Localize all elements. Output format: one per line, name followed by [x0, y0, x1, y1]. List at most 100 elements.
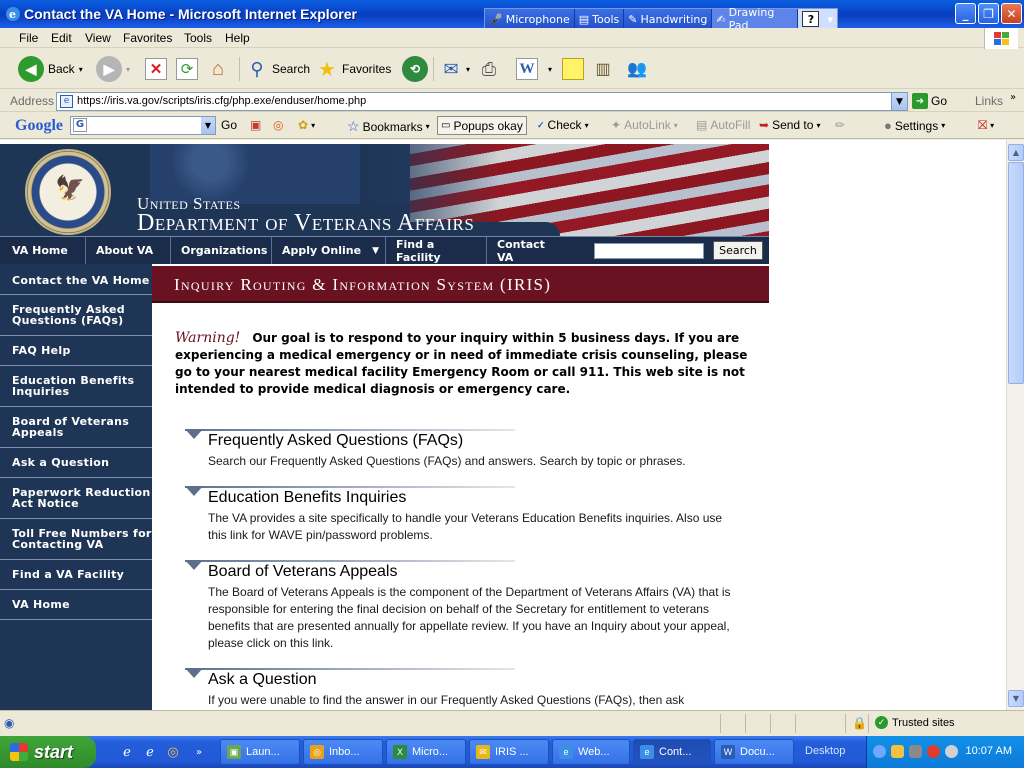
- sidebar-toll-free-numbers[interactable]: Toll Free Numbers for Contacting VA: [0, 519, 152, 560]
- google-search-dropdown-icon[interactable]: ▼: [201, 117, 215, 134]
- print-button[interactable]: ⎙: [478, 55, 500, 83]
- nav-contact-va[interactable]: Contact VA: [487, 237, 575, 264]
- entry-ask-question-link[interactable]: Ask a Question: [208, 671, 317, 689]
- edit-button[interactable]: W ▾: [516, 55, 552, 83]
- help-button[interactable]: ?: [802, 11, 820, 27]
- minimize-button[interactable]: _: [955, 3, 976, 24]
- google-options-button[interactable]: ✿ ▾: [298, 118, 315, 132]
- search-button[interactable]: ⚲ Search: [246, 55, 310, 83]
- nav-organizations[interactable]: Organizations: [171, 237, 272, 264]
- sidebar-find-va-facility[interactable]: Find a VA Facility: [0, 560, 152, 590]
- scroll-up-arrow-icon[interactable]: ▲: [1008, 144, 1024, 161]
- sidebar-paperwork-notice[interactable]: Paperwork Reduction Act Notice: [0, 478, 152, 519]
- mail-dropdown-icon[interactable]: ▾: [466, 65, 470, 74]
- menu-edit[interactable]: Edit: [51, 31, 72, 45]
- quicklaunch-chevron-icon[interactable]: »: [190, 743, 208, 761]
- forward-dropdown-icon[interactable]: ▾: [126, 65, 130, 74]
- drawing-pad-button[interactable]: ✍ Drawing Pad: [712, 6, 799, 32]
- links-button[interactable]: Links: [975, 94, 1003, 108]
- back-dropdown-icon[interactable]: ▾: [79, 65, 83, 74]
- popups-okay-button[interactable]: ▭ Popups okay: [437, 116, 527, 135]
- spell-check-button[interactable]: ✓ Check ▾: [537, 118, 589, 132]
- sidebar-va-home[interactable]: VA Home: [0, 590, 152, 620]
- favorites-button[interactable]: ★ Favorites: [316, 55, 391, 83]
- menu-view[interactable]: View: [85, 31, 111, 45]
- highlight-button[interactable]: ✏: [835, 118, 845, 132]
- handwriting-button[interactable]: ✎ Handwriting: [624, 9, 713, 29]
- quicklaunch-ie2-icon[interactable]: ℯ: [141, 743, 159, 761]
- nav-find-facility[interactable]: Find a Facility: [386, 237, 487, 264]
- desktop-toolbar[interactable]: Desktop: [805, 745, 845, 757]
- mail-button[interactable]: ✉ ▾: [440, 55, 470, 83]
- note-button[interactable]: [562, 55, 584, 83]
- close-button[interactable]: ✕: [1001, 3, 1022, 24]
- tools-button[interactable]: ▤ Tools: [574, 9, 625, 29]
- task-launch[interactable]: ▣ Laun...: [220, 739, 300, 765]
- history-button[interactable]: ⟲: [402, 55, 428, 83]
- autofill-button[interactable]: ▤ AutoFill: [696, 118, 750, 132]
- maximize-button[interactable]: ❐: [978, 3, 999, 24]
- address-dropdown-icon[interactable]: ▼: [891, 93, 907, 110]
- entry-education-link[interactable]: Education Benefits Inquiries: [208, 489, 406, 507]
- nav-va-home[interactable]: VA Home: [0, 237, 86, 264]
- google-logo[interactable]: Google: [15, 117, 63, 135]
- clock[interactable]: 10:07 AM: [966, 745, 1012, 757]
- task-contact-va[interactable]: e Cont...: [633, 739, 711, 765]
- sidebar-board-of-appeals[interactable]: Board of Veterans Appeals: [0, 407, 152, 448]
- google-go-button[interactable]: Go: [221, 118, 237, 132]
- scrollbar-thumb[interactable]: [1008, 162, 1024, 384]
- sidebar-contact-va-home[interactable]: Contact the VA Home: [0, 266, 152, 295]
- messenger-button[interactable]: 👥: [626, 55, 648, 83]
- address-input[interactable]: e https://iris.va.gov/scripts/iris.cfg/p…: [56, 92, 908, 111]
- sidebar-ask-question[interactable]: Ask a Question: [0, 448, 152, 478]
- tray-back-icon[interactable]: [873, 745, 886, 758]
- settings-button[interactable]: ● Settings ▾: [884, 118, 945, 133]
- tray-alert-icon[interactable]: [927, 745, 940, 758]
- entry-faqs-link[interactable]: Frequently Asked Questions (FAQs): [208, 432, 463, 450]
- nav-about-va[interactable]: About VA: [86, 237, 171, 264]
- tray-wireless-icon[interactable]: [945, 745, 958, 758]
- task-inbox[interactable]: ◎ Inbo...: [303, 739, 383, 765]
- bookmarks-button[interactable]: ☆ Bookmarks ▾: [347, 118, 430, 135]
- stop-button[interactable]: ✕: [145, 55, 167, 83]
- tray-outlook-icon[interactable]: [891, 745, 904, 758]
- menu-tools[interactable]: Tools: [184, 31, 212, 45]
- quicklaunch-ie-icon[interactable]: ℯ: [118, 743, 136, 761]
- go-button[interactable]: ➜ Go: [912, 93, 947, 109]
- quicklaunch-outlook-icon[interactable]: ◎: [164, 743, 182, 761]
- task-document[interactable]: W Docu...: [714, 739, 794, 765]
- menu-help[interactable]: Help: [225, 31, 250, 45]
- nav-apply-online[interactable]: Apply Online ▼: [272, 237, 386, 264]
- links-chevron-icon[interactable]: »: [1010, 92, 1016, 103]
- research-button[interactable]: ▥: [592, 55, 614, 83]
- tray-monitor-icon[interactable]: [909, 745, 922, 758]
- sidebar-education-benefits[interactable]: Education Benefits Inquiries: [0, 366, 152, 407]
- scroll-down-arrow-icon[interactable]: ▼: [1008, 690, 1024, 707]
- sidebar-faqs[interactable]: Frequently Asked Questions (FAQs): [0, 295, 152, 336]
- refresh-button[interactable]: ⟳: [176, 55, 198, 83]
- task-web[interactable]: e Web...: [552, 739, 630, 765]
- task-excel[interactable]: X Micro...: [386, 739, 466, 765]
- home-button[interactable]: ⌂: [207, 55, 229, 83]
- start-button[interactable]: start: [0, 736, 96, 768]
- sidebar-faq-help[interactable]: FAQ Help: [0, 336, 152, 366]
- task-iris[interactable]: ✉ IRIS ...: [469, 739, 549, 765]
- language-bar-options-icon[interactable]: ▾: [823, 9, 837, 29]
- google-extra-button[interactable]: ⛝ ▾: [978, 118, 994, 133]
- vertical-scrollbar[interactable]: ▲ ▼: [1006, 140, 1024, 710]
- menu-file[interactable]: File: [19, 31, 38, 45]
- entry-board-appeals-link[interactable]: Board of Veterans Appeals: [208, 563, 397, 581]
- google-pagerank-button[interactable]: ◎: [273, 118, 283, 132]
- autolink-button[interactable]: ✦ AutoLink ▾: [611, 118, 678, 132]
- google-search-input[interactable]: G ▼: [70, 116, 216, 135]
- forward-button[interactable]: ▶ ▾: [96, 55, 130, 83]
- va-search-input[interactable]: [594, 243, 704, 259]
- edit-dropdown-icon[interactable]: ▾: [548, 65, 552, 74]
- padlock-icon[interactable]: 🔒: [852, 716, 867, 730]
- back-button[interactable]: ◀ Back ▾: [18, 55, 83, 83]
- security-zone[interactable]: ✓ Trusted sites: [875, 716, 955, 729]
- va-seal-logo[interactable]: 🦅: [25, 149, 111, 235]
- menu-favorites[interactable]: Favorites: [123, 31, 172, 45]
- google-news-button[interactable]: ▣: [250, 118, 261, 132]
- va-search-button[interactable]: Search: [713, 241, 763, 260]
